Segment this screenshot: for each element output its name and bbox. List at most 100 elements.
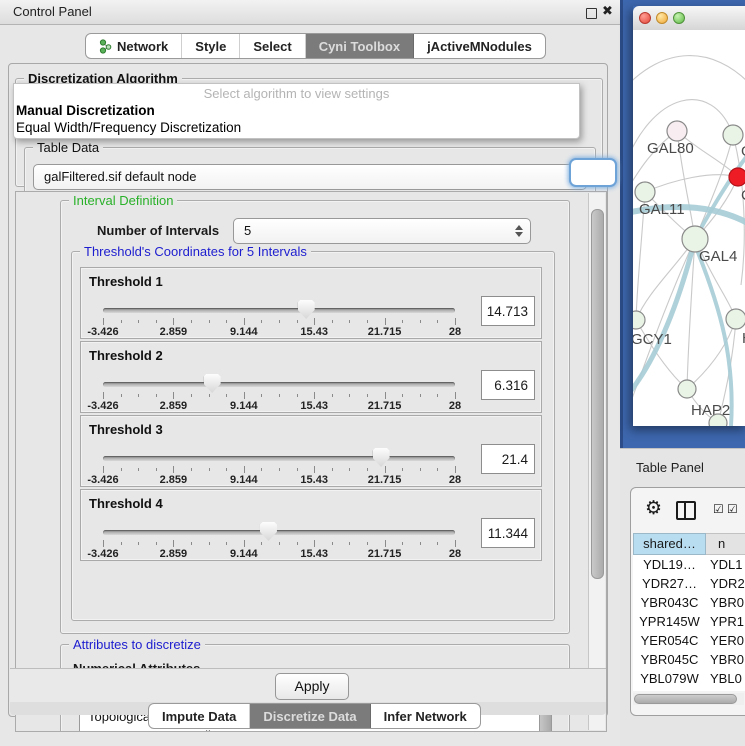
table-data-combobox[interactable]: galFiltered.sif default node: [33, 164, 587, 190]
slider-thumb[interactable]: [260, 522, 277, 541]
tab-jactivemnodules[interactable]: jActiveMNodules: [414, 34, 545, 58]
slider-track[interactable]: [103, 530, 455, 535]
network-node[interactable]: [678, 380, 696, 398]
table-row[interactable]: YER054CYER0: [633, 631, 745, 650]
tab-label: Discretize Data: [263, 709, 356, 724]
tick-mark: [244, 318, 245, 325]
network-node-label: GAL80: [647, 140, 694, 157]
tick-mark: [173, 540, 174, 547]
network-window-titlebar: [633, 6, 745, 31]
tick-mark: [385, 540, 386, 547]
tab-network[interactable]: Network: [86, 34, 182, 58]
tick-mark: [402, 320, 403, 323]
tab-label: Impute Data: [162, 709, 236, 724]
network-node[interactable]: [633, 311, 645, 329]
scrollbar-thumb[interactable]: [591, 209, 604, 579]
screen: Control Panel ✖ NetworkStyleSelectCyni T…: [0, 0, 745, 745]
tick-mark: [314, 318, 315, 325]
algorithm-combobox[interactable]: [569, 158, 617, 187]
slider-track[interactable]: [103, 308, 455, 313]
num-intervals-combobox[interactable]: 5: [233, 218, 531, 244]
settings-vertical-scrollbar[interactable]: [588, 193, 605, 730]
threshold-value-field[interactable]: 11.344: [481, 518, 535, 548]
cell-shared-name: YLR345W: [633, 688, 706, 691]
network-node-label: C: [741, 187, 745, 204]
threshold-value-field[interactable]: 6.316: [481, 370, 535, 400]
table-row[interactable]: YBL079WYBL0: [633, 669, 745, 688]
tick-mark: [103, 466, 104, 473]
slider-thumb[interactable]: [204, 374, 221, 393]
network-node-label: GAL11: [639, 201, 685, 218]
tick-mark: [156, 320, 157, 323]
split-table-icon[interactable]: [676, 501, 696, 520]
tab-style[interactable]: Style: [182, 34, 240, 58]
tab-select[interactable]: Select: [240, 34, 305, 58]
network-canvas[interactable]: GAL80GCGAL11GAL4GCY1HHAP2: [633, 30, 745, 426]
table-row[interactable]: YLR345WYLR3: [633, 688, 745, 691]
table-row[interactable]: YDR27…YDR2: [633, 574, 745, 593]
apply-button[interactable]: Apply: [275, 673, 349, 700]
tick-mark: [437, 468, 438, 471]
cell-name: YBL0: [706, 669, 745, 688]
tick-mark: [332, 468, 333, 471]
network-icon: [99, 39, 112, 54]
algorithm-option-manual[interactable]: Manual Discretization: [16, 103, 155, 118]
table-row[interactable]: YPR145WYPR1: [633, 612, 745, 631]
tick-mark: [173, 466, 174, 473]
network-node[interactable]: [726, 309, 745, 329]
threshold-panel: Threshold 1-3.4262.8599.14415.4321.71528…: [80, 267, 542, 339]
tick-mark: [455, 318, 456, 325]
table-row[interactable]: YBR045CYBR0: [633, 650, 745, 669]
tick-mark: [103, 392, 104, 399]
slider-track[interactable]: [103, 382, 455, 387]
threshold-list: Threshold 1-3.4262.8599.14415.4321.71528…: [72, 252, 554, 620]
table-header-row: shared… n: [633, 533, 745, 555]
bottom-tab-infer-network[interactable]: Infer Network: [371, 704, 480, 728]
algorithm-option-equal-width[interactable]: Equal Width/Frequency Discretization: [16, 120, 241, 135]
table-data-title: Table Data: [33, 140, 103, 155]
threshold-value-field[interactable]: 21.4: [481, 444, 535, 474]
slider-track[interactable]: [103, 456, 455, 461]
mac-close-icon[interactable]: [639, 12, 651, 24]
tab-cyni-toolbox[interactable]: Cyni Toolbox: [306, 34, 414, 58]
algorithm-prompt-option[interactable]: Select algorithm to view settings: [14, 86, 579, 101]
tick-label: 15.43: [300, 326, 328, 338]
tick-label: 9.144: [230, 400, 258, 412]
threshold-value-field[interactable]: 14.713: [481, 296, 535, 326]
tick-mark: [138, 320, 139, 323]
cell-name: YBR0: [706, 650, 745, 669]
network-node[interactable]: [635, 182, 655, 202]
checkbox-icon[interactable]: ☑: [727, 502, 738, 516]
bottom-tab-impute-data[interactable]: Impute Data: [149, 704, 250, 728]
mac-zoom-icon[interactable]: [673, 12, 685, 24]
mac-minimize-icon[interactable]: [656, 12, 668, 24]
tick-mark: [121, 320, 122, 323]
column-header-name[interactable]: n: [706, 533, 745, 555]
network-node[interactable]: [709, 414, 727, 426]
tick-mark: [121, 394, 122, 397]
table-row[interactable]: YDL19…YDL1: [633, 555, 745, 574]
tick-mark: [455, 392, 456, 399]
tick-mark: [437, 394, 438, 397]
tick-label: 15.43: [300, 474, 328, 486]
network-node[interactable]: [667, 121, 687, 141]
tick-label: 2.859: [160, 326, 188, 338]
bottom-tab-discretize-data[interactable]: Discretize Data: [250, 704, 370, 728]
column-header-shared[interactable]: shared…: [633, 533, 706, 555]
table-data-value: galFiltered.sif default node: [44, 165, 196, 189]
settings-scroll-area: Interval Definition Number of Intervals …: [15, 191, 607, 732]
tick-label: 9.144: [230, 326, 258, 338]
table-row[interactable]: YBR043CYBR0: [633, 593, 745, 612]
scrollbar-thumb[interactable]: [634, 694, 737, 704]
float-window-icon[interactable]: [586, 8, 597, 19]
tick-label: 28: [449, 326, 461, 338]
close-icon[interactable]: ✖: [602, 3, 613, 19]
slider-thumb[interactable]: [298, 300, 315, 319]
gear-icon[interactable]: ⚙: [645, 497, 662, 520]
tick-mark: [156, 394, 157, 397]
table-horizontal-scrollbar[interactable]: [633, 693, 744, 705]
network-node[interactable]: [723, 125, 743, 145]
network-node[interactable]: [729, 168, 745, 186]
checkbox-icon[interactable]: ☑: [713, 502, 724, 516]
slider-thumb[interactable]: [373, 448, 390, 467]
